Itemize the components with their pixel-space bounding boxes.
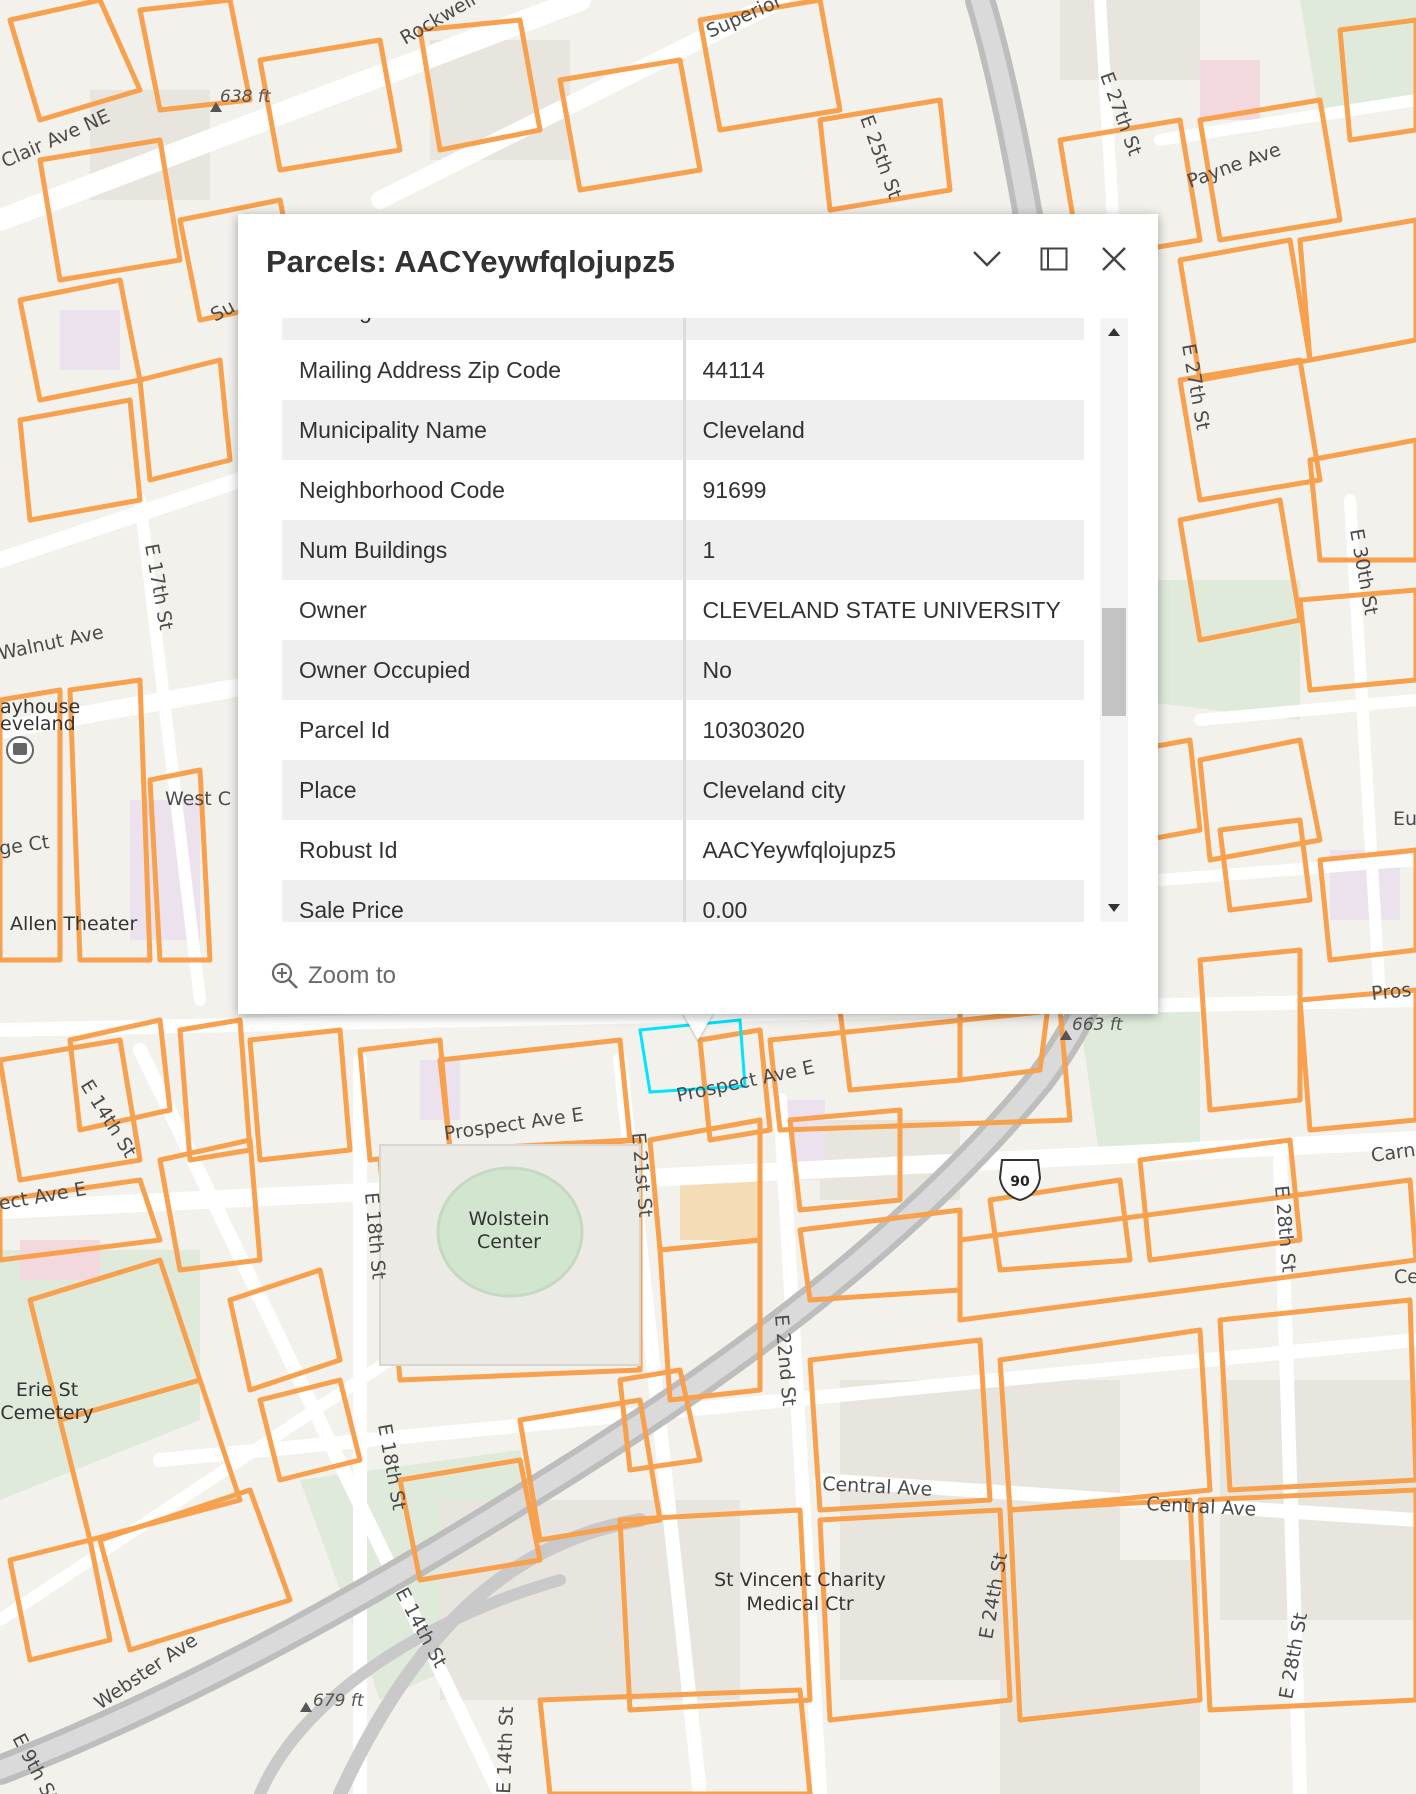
elevation-663: 663 ft [1072,1015,1124,1035]
attribute-table: Mailing Address StateOHMailing Address Z… [282,318,1084,922]
attribute-value: 0.00 [684,880,1084,922]
road-label-ce: Ce [1394,1266,1416,1288]
table-row: Municipality Name Cleveland [282,400,1084,460]
road-label-pros: Pros [1370,979,1412,1005]
table-row: Parcel Id 10303020 [282,700,1084,760]
scroll-down-arrow-icon[interactable] [1108,904,1120,912]
attribute-value: Cleveland [684,400,1084,460]
poi-erie-line1: Erie St [16,1379,78,1401]
attribute-value: 1 [684,520,1084,580]
table-row: Owner CLEVELAND STATE UNIVERSITY [282,580,1084,640]
table-row: Owner Occupied No [282,640,1084,700]
table-row: Sale Price 0.00 [282,880,1084,922]
popup-title: Parcels: AACYeywfqlojupz5 [266,244,675,279]
shield-number: 90 [1010,1174,1030,1190]
attribute-key: Mailing Address State [282,318,686,340]
table-row: Mailing Address Zip Code 44114 [282,340,1084,400]
road-label-west-c: West C [165,788,231,810]
popup-scrollbar[interactable] [1100,318,1128,922]
close-icon [1102,247,1126,271]
dock-button[interactable] [1031,236,1077,282]
road-label-eu: Eu [1393,808,1416,830]
table-row: Num Buildings 1 [282,520,1084,580]
table-row: Place Cleveland city [282,760,1084,820]
attribute-value: No [684,640,1084,700]
zoom-to-button[interactable]: Zoom to [270,956,396,996]
zoom-to-label: Zoom to [308,962,397,989]
attribute-key: Neighborhood Code [282,460,686,520]
poi-allen-theater: Allen Theater [10,913,137,935]
attribute-key: Municipality Name [282,400,686,460]
poi-playhouse-line2: eveland [0,713,76,735]
attribute-key: Owner Occupied [282,640,686,700]
popup-header: Parcels: AACYeywfqlojupz5 [238,214,1158,310]
table-row: Neighborhood Code 91699 [282,460,1084,520]
poi-wolstein-line1: Wolstein [469,1208,550,1230]
attribute-value: 91699 [684,460,1084,520]
close-button[interactable] [1091,236,1137,282]
attribute-value: 44114 [684,340,1084,400]
poi-erie-line2: Cemetery [0,1402,93,1424]
attribute-key: Owner [282,580,686,640]
table-row: Robust Id AACYeywfqlojupz5 [282,820,1084,880]
road-label-e-14th-3: E 14th St [493,1706,518,1794]
attribute-key: Place [282,760,686,820]
scroll-up-arrow-icon[interactable] [1108,328,1120,336]
attribute-value: OH [684,318,1084,340]
zoom-in-magnifier-icon [271,962,298,989]
collapse-button[interactable] [964,236,1010,282]
attribute-key: Mailing Address Zip Code [282,340,686,400]
poi-charity-line2: Medical Ctr [746,1593,854,1615]
attribute-value: CLEVELAND STATE UNIVERSITY [684,580,1084,640]
feature-popup: Parcels: AACYeywfqlojupz5 Mailing Addres… [238,214,1158,1014]
scroll-thumb[interactable] [1102,608,1126,716]
popup-pointer [682,1012,714,1040]
attribute-key: Parcel Id [282,700,686,760]
attribute-value: AACYeywfqlojupz5 [684,820,1084,880]
poi-wolstein-line2: Center [477,1231,541,1253]
attribute-table-viewport[interactable]: Mailing Address StateOHMailing Address Z… [282,318,1084,922]
elevation-679: 679 ft [313,1691,365,1711]
attribute-key: Sale Price [282,880,686,922]
bus-stop-icon[interactable] [6,736,34,764]
chevron-down-icon [973,251,1001,267]
attribute-value: Cleveland city [684,760,1084,820]
dock-icon [1040,247,1068,271]
attribute-key: Num Buildings [282,520,686,580]
wolstein-center-stadium[interactable] [379,1144,641,1366]
poi-charity-line1: St Vincent Charity [714,1569,886,1591]
attribute-value: 10303020 [684,700,1084,760]
table-row: Mailing Address StateOH [282,318,1084,340]
elevation-638: 638 ft [220,87,272,107]
attribute-key: Robust Id [282,820,686,880]
